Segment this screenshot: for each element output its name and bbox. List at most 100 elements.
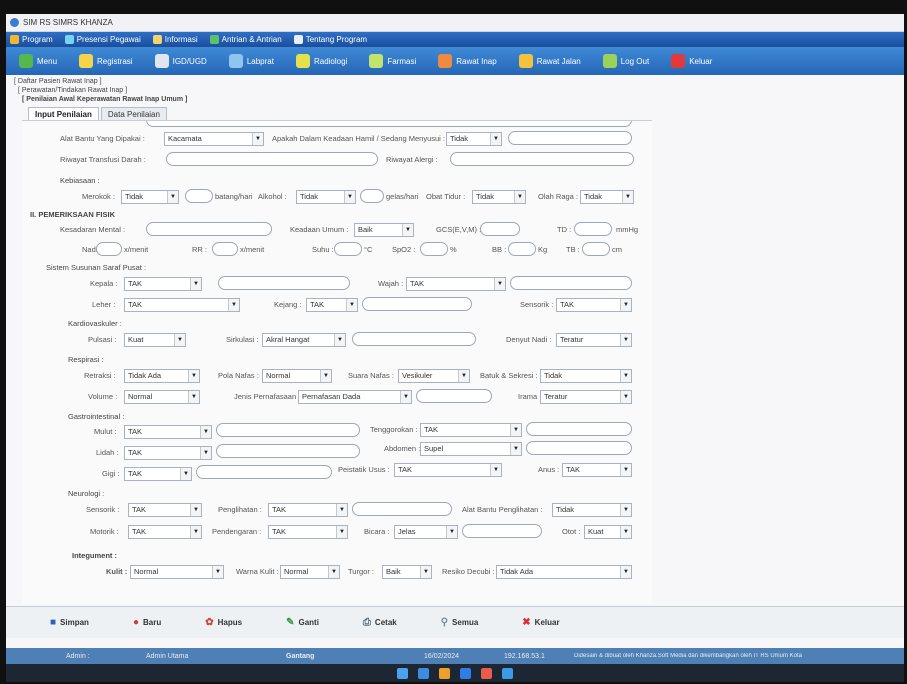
pulsasi-select[interactable]: Kuat ▼ xyxy=(124,333,186,347)
warna-select[interactable]: Normal ▼ xyxy=(280,565,340,579)
batang-field[interactable] xyxy=(185,189,213,203)
kepala-select[interactable]: TAK ▼ xyxy=(124,277,202,291)
tenggorokan-select[interactable]: TAK ▼ xyxy=(420,423,522,437)
bicara-keterangan-field[interactable] xyxy=(462,524,542,538)
wajah-keterangan-field[interactable] xyxy=(510,276,632,290)
nadi-field[interactable] xyxy=(96,242,122,256)
hamil-keterangan-field[interactable] xyxy=(508,131,632,145)
sirkulasi-keterangan-field[interactable] xyxy=(352,332,476,346)
tab-input-penilaian[interactable]: Input Penilaian xyxy=(28,107,99,121)
menu-program[interactable]: Program xyxy=(10,35,53,44)
suhu-field[interactable] xyxy=(334,242,362,256)
toolbar-rawat-jalan-button[interactable]: Rawat Jalan xyxy=(510,51,590,71)
toolbar-igd-button[interactable]: IGD/UGD xyxy=(146,51,216,71)
semua-button[interactable]: ⚲ Semua xyxy=(441,617,479,628)
mulut-select[interactable]: TAK ▼ xyxy=(124,425,212,439)
toolbar-menu-button[interactable]: Menu xyxy=(10,51,66,71)
kulit-select[interactable]: Normal ▼ xyxy=(130,565,224,579)
bb-field[interactable] xyxy=(508,242,536,256)
anus-select[interactable]: TAK ▼ xyxy=(562,463,632,477)
mulut-keterangan-field[interactable] xyxy=(216,423,360,437)
peristatik-select[interactable]: TAK ▼ xyxy=(394,463,502,477)
gelas-field[interactable] xyxy=(360,189,384,203)
motorik-select[interactable]: TAK ▼ xyxy=(128,525,202,539)
dropdown-arrow-icon: ▼ xyxy=(620,299,631,311)
tenggorokan-keterangan-field[interactable] xyxy=(526,422,632,436)
kesadaran-field[interactable] xyxy=(146,222,272,236)
sensorik-select[interactable]: TAK ▼ xyxy=(556,298,632,312)
abdomen-keterangan-field[interactable] xyxy=(526,441,632,455)
td-field[interactable] xyxy=(574,222,612,236)
alkohol-select[interactable]: Tidak ▼ xyxy=(296,190,356,204)
browser-icon[interactable] xyxy=(460,667,471,679)
alergi-field[interactable] xyxy=(450,152,634,166)
olahraga-select[interactable]: Tidak ▼ xyxy=(580,190,634,204)
lidah-keterangan-field[interactable] xyxy=(216,444,360,458)
start-icon[interactable] xyxy=(397,667,408,679)
taskbar-app-icon[interactable] xyxy=(418,667,429,679)
gigi-select[interactable]: TAK ▼ xyxy=(124,467,192,481)
taskbar-app-icon[interactable] xyxy=(481,667,492,679)
alat-bantu-select[interactable]: Kacamata ▼ xyxy=(164,132,264,146)
otot-select[interactable]: Kuat ▼ xyxy=(584,525,632,539)
folder-icon[interactable] xyxy=(439,667,450,679)
gcs-field[interactable] xyxy=(480,222,520,236)
transfusi-field[interactable] xyxy=(166,152,378,166)
retraksi-select[interactable]: Tidak Ada ▼ xyxy=(124,369,200,383)
lidah-select[interactable]: TAK ▼ xyxy=(124,446,212,460)
abdomen-select[interactable]: Supel ▼ xyxy=(420,442,522,456)
penglihatan-keterangan-field[interactable] xyxy=(352,502,452,516)
irama-select[interactable]: Teratur ▼ xyxy=(540,390,632,404)
kejang-select[interactable]: TAK ▼ xyxy=(306,298,358,312)
toolbar-registrasi-button[interactable]: Registrasi xyxy=(70,51,142,71)
baru-button[interactable]: ● Baru xyxy=(133,617,161,628)
keluar-button[interactable]: ✖ Keluar xyxy=(522,617,559,628)
kepala-keterangan-field[interactable] xyxy=(218,276,350,290)
tb-field[interactable] xyxy=(582,242,610,256)
penglihatan-select[interactable]: TAK ▼ xyxy=(268,503,348,517)
toolbar-radiologi-button[interactable]: Radiologi xyxy=(287,51,356,71)
tab-data-penilaian[interactable]: Data Penilaian xyxy=(100,107,167,121)
alat-penglihatan-select[interactable]: Tidak ▼ xyxy=(552,503,632,517)
wajah-select[interactable]: TAK ▼ xyxy=(406,277,506,291)
pendengaran-select[interactable]: TAK ▼ xyxy=(268,525,348,539)
bicara-select[interactable]: Jelas ▼ xyxy=(394,525,458,539)
merokok-select[interactable]: Tidak ▼ xyxy=(121,190,179,204)
spo2-field[interactable] xyxy=(420,242,448,256)
simpan-button[interactable]: ■ Simpan xyxy=(50,617,89,628)
denyut-select[interactable]: Teratur ▼ xyxy=(556,333,632,347)
toolbar-keluar-button[interactable]: Keluar xyxy=(662,51,721,71)
taskbar-app-icon[interactable] xyxy=(502,667,513,679)
toolbar-farmasi-button[interactable]: Farmasi xyxy=(360,51,425,71)
keadaan-select[interactable]: Baik ▼ xyxy=(354,223,414,237)
menu-presensi[interactable]: Presensi Pegawai xyxy=(64,35,141,44)
turgor-select[interactable]: Baik ▼ xyxy=(382,565,432,579)
neuro-sensorik-select[interactable]: TAK ▼ xyxy=(128,503,202,517)
hapus-button[interactable]: ✿ Hapus xyxy=(205,617,242,628)
leher-select[interactable]: TAK ▼ xyxy=(124,298,240,312)
toolbar-label: Labprat xyxy=(246,56,274,66)
pola-select[interactable]: Normal ▼ xyxy=(262,369,332,383)
sirkulasi-select[interactable]: Akral Hangat ▼ xyxy=(262,333,346,347)
menu-antrian[interactable]: Antrian & Antrian xyxy=(209,35,282,44)
toolbar-lab-button[interactable]: Labprat xyxy=(220,51,283,71)
kejang-keterangan-field[interactable] xyxy=(362,297,472,311)
ganti-button[interactable]: ✎ Ganti xyxy=(286,617,319,628)
gigi-keterangan-field[interactable] xyxy=(196,465,332,479)
volume-select[interactable]: Normal ▼ xyxy=(124,390,200,404)
rr-field[interactable] xyxy=(212,242,238,256)
cetak-button[interactable]: ⎙ Cetak xyxy=(363,617,397,628)
batuk-select[interactable]: Tidak ▼ xyxy=(540,369,632,383)
riwayat-pembedahan-field[interactable] xyxy=(146,121,632,127)
toolbar-rawat-inap-button[interactable]: Rawat Inap xyxy=(429,51,505,71)
jenis-select[interactable]: Pernafasan Dada ▼ xyxy=(298,390,412,404)
hamil-select[interactable]: Tidak ▼ xyxy=(446,132,502,146)
toolbar-logout-button[interactable]: Log Out xyxy=(594,51,658,71)
suara-select[interactable]: Vesikuler ▼ xyxy=(398,369,470,383)
resiko-select[interactable]: Tidak Ada ▼ xyxy=(496,565,632,579)
menu-informasi[interactable]: Informasi xyxy=(152,35,198,44)
dropdown-arrow-icon: ▼ xyxy=(620,504,631,516)
jenis-keterangan-field[interactable] xyxy=(416,389,492,403)
obat-tidur-select[interactable]: Tidak ▼ xyxy=(472,190,526,204)
menu-tentang[interactable]: Tentang Program xyxy=(293,35,367,44)
